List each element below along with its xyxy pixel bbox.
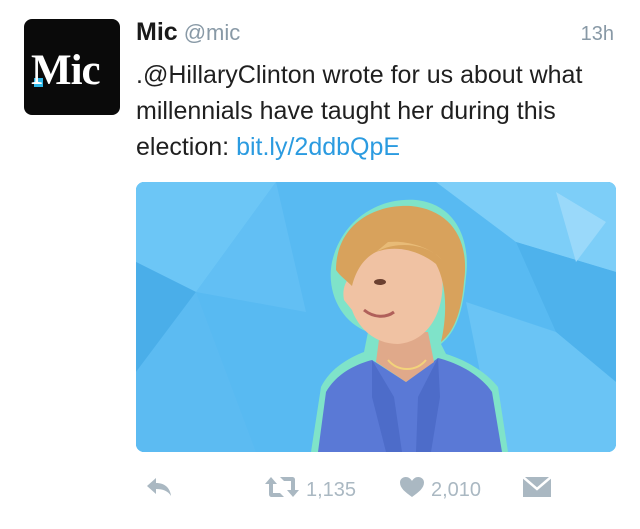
envelope-icon <box>522 476 552 504</box>
media-illustration <box>136 182 616 452</box>
tweet-actions: 1,135 2,010 <box>136 470 616 510</box>
timestamp[interactable]: 13h <box>581 23 614 46</box>
tweet-text: .@HillaryClinton wrote for us about what… <box>136 57 626 165</box>
heart-icon <box>399 476 425 504</box>
reply-button[interactable] <box>146 476 172 504</box>
user-handle[interactable]: @mic <box>184 20 241 45</box>
avatar-logo-text: Mic <box>31 47 101 94</box>
tweet-link[interactable]: bit.ly/2ddbQpE <box>236 133 400 161</box>
like-count: 2,010 <box>431 478 482 501</box>
retweet-button[interactable]: 1,135 <box>264 476 356 504</box>
retweet-count: 1,135 <box>306 478 357 501</box>
like-button[interactable]: 2,010 <box>399 476 481 504</box>
avatar[interactable]: Mic <box>24 19 120 115</box>
tweet-media-image[interactable] <box>136 182 616 452</box>
direct-message-button[interactable] <box>522 476 552 504</box>
display-name[interactable]: Mic <box>136 18 178 46</box>
retweet-icon <box>264 476 300 504</box>
reply-icon <box>146 476 172 504</box>
tweet-header: Mic @mic 13h <box>136 18 614 48</box>
